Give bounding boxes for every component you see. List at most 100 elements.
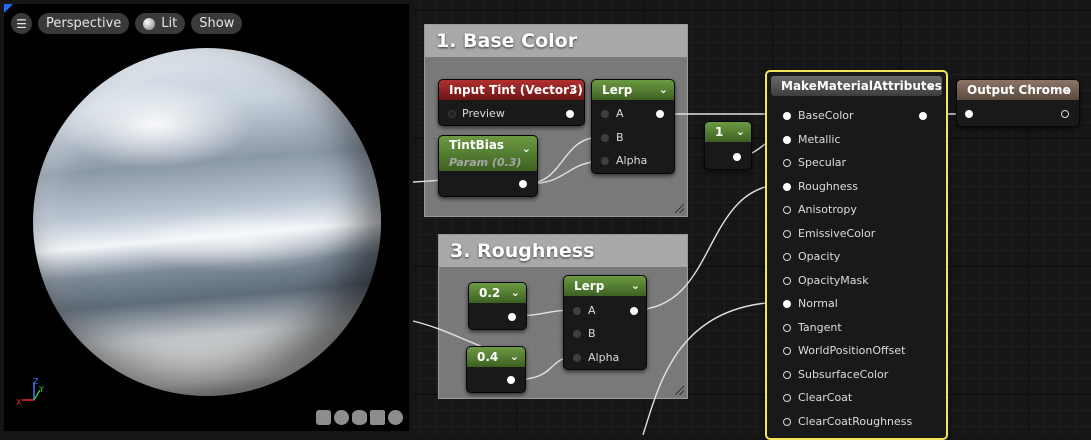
node-output-chrome[interactable]: Output Chrome ⌄	[956, 79, 1080, 127]
lit-label: Lit	[161, 16, 178, 31]
pin-label-basecolor: BaseColor	[798, 109, 854, 122]
comment-title: 3. Roughness	[439, 235, 687, 267]
lit-sphere-icon	[143, 17, 156, 30]
pin-label-preview: Preview	[462, 107, 505, 120]
chevron-down-icon[interactable]: ⌄	[736, 122, 745, 142]
teapot-icon[interactable]	[388, 410, 403, 425]
hamburger-icon: ☰	[16, 16, 27, 31]
chevron-down-icon[interactable]: ⌄	[511, 283, 520, 303]
perspective-button[interactable]: Perspective	[38, 13, 130, 34]
pin-label-b: B	[616, 131, 624, 144]
node-constant-0-2[interactable]: 0.2 ⌄	[468, 282, 527, 330]
pin-label-emissivecolor: EmissiveColor	[798, 226, 876, 240]
pin-b[interactable]	[573, 330, 581, 338]
pin-clearcoat[interactable]	[783, 394, 791, 402]
pin-opacity[interactable]	[783, 253, 791, 261]
sphere-icon[interactable]	[334, 410, 349, 425]
pin-label-anisotropy: Anisotropy	[798, 203, 857, 216]
pin-alpha[interactable]	[573, 354, 581, 362]
pin-output[interactable]	[566, 110, 574, 118]
pin-output[interactable]	[630, 307, 638, 315]
plane-icon[interactable]	[352, 410, 367, 425]
pin-label-opacity: Opacity	[798, 250, 841, 263]
preview-sphere[interactable]	[33, 48, 381, 396]
pin-basecolor[interactable]	[783, 112, 791, 120]
resize-grip-icon[interactable]	[675, 386, 684, 395]
pin-label-tangent: Tangent	[798, 320, 842, 334]
pin-a[interactable]	[601, 110, 609, 118]
pin-subsurfacecolor[interactable]	[783, 370, 791, 379]
chevron-down-icon[interactable]: ⌄	[1064, 80, 1073, 100]
axis-gizmo: Z Y X	[16, 377, 44, 407]
cylinder-icon[interactable]	[316, 410, 331, 425]
pin-clearcoatroughness[interactable]	[783, 417, 791, 426]
show-button[interactable]: Show	[191, 13, 243, 34]
pin-label-opacitymask: OpacityMask	[798, 273, 869, 287]
node-constant-1[interactable]: 1 ⌄	[704, 121, 752, 170]
viewport-toolbar: ☰ Perspective Lit Show	[11, 13, 243, 34]
pin-label-clearcoatroughness: ClearCoatRoughness	[798, 414, 913, 428]
pin-normal[interactable]	[783, 300, 791, 308]
node-header: Lerp ⌄	[592, 80, 674, 100]
node-header: MakeMaterialAttributes ⌄	[771, 76, 942, 96]
node-header: Output Chrome ⌄	[957, 80, 1079, 100]
viewport-menu-button[interactable]: ☰	[11, 13, 32, 34]
node-header: 0.2 ⌄	[469, 283, 526, 303]
node-header: 0.4 ⌄	[467, 347, 525, 367]
pin-anisotropy[interactable]	[783, 206, 791, 214]
chevron-down-icon[interactable]: ⌄	[522, 140, 531, 157]
node-lerp-base-color[interactable]: Lerp ⌄ A B Alpha	[591, 79, 675, 174]
axis-x-label: X	[16, 398, 22, 407]
node-make-material-attributes[interactable]: MakeMaterialAttributes ⌄ BaseColor Metalli…	[765, 70, 948, 440]
node-lerp-roughness[interactable]: Lerp ⌄ A B Alpha	[563, 275, 647, 370]
chevron-down-icon[interactable]: ⌄	[659, 80, 668, 100]
pin-b[interactable]	[601, 134, 609, 142]
pin-label-alpha: Alpha	[588, 351, 620, 364]
pin-preview-in[interactable]	[448, 110, 456, 118]
pin-label-specular: Specular	[798, 156, 847, 169]
node-input-tint[interactable]: Input Tint (Vector3) ⌄ Preview	[438, 79, 585, 126]
pin-output[interactable]	[508, 313, 516, 321]
pin-input[interactable]	[965, 110, 973, 118]
pin-alpha[interactable]	[601, 157, 609, 165]
pin-output[interactable]	[519, 180, 527, 188]
pin-output[interactable]	[656, 110, 664, 118]
pin-metallic[interactable]	[783, 135, 791, 144]
pin-label-a: A	[616, 107, 624, 120]
chevron-down-icon[interactable]: ⌄	[927, 76, 936, 96]
pin-label-b: B	[588, 327, 596, 340]
cube-icon[interactable]	[370, 410, 385, 425]
chevron-down-icon[interactable]: ⌄	[510, 347, 519, 367]
pin-worldpositionoffset[interactable]	[783, 347, 791, 355]
pin-label-metallic: Metallic	[798, 132, 841, 146]
node-tint-bias[interactable]: TintBias Param (0.3) ⌄	[438, 135, 538, 197]
pin-output[interactable]	[1061, 110, 1069, 118]
chevron-down-icon[interactable]: ⌄	[631, 276, 640, 296]
pin-label-worldpositionoffset: WorldPositionOffset	[798, 344, 906, 357]
pin-label-subsurfacecolor: SubsurfaceColor	[798, 367, 889, 381]
resize-grip-icon[interactable]	[675, 204, 684, 213]
material-preview-viewport[interactable]: ☰ Perspective Lit Show Z Y X	[4, 4, 409, 431]
chevron-down-icon[interactable]: ⌄	[569, 80, 578, 100]
pin-output[interactable]	[507, 376, 515, 384]
node-header: 1 ⌄	[705, 122, 751, 142]
pin-output[interactable]	[733, 153, 741, 161]
pin-tangent[interactable]	[783, 323, 791, 332]
pin-roughness[interactable]	[783, 182, 791, 191]
pin-label-clearcoat: ClearCoat	[798, 391, 853, 404]
pin-specular[interactable]	[783, 159, 791, 167]
lit-button[interactable]: Lit	[135, 13, 186, 34]
pin-output[interactable]	[919, 112, 927, 120]
node-constant-0-4[interactable]: 0.4 ⌄	[466, 346, 526, 393]
pin-emissivecolor[interactable]	[783, 229, 791, 238]
pin-opacitymask[interactable]	[783, 276, 791, 285]
node-header: TintBias Param (0.3) ⌄	[439, 136, 537, 171]
pin-label-a: A	[588, 304, 596, 317]
pin-label-roughness: Roughness	[798, 179, 859, 193]
preview-shape-icons	[316, 410, 403, 425]
pin-label-alpha: Alpha	[616, 154, 648, 167]
node-header: Input Tint (Vector3) ⌄	[439, 80, 584, 100]
axis-y-label: Y	[38, 385, 44, 394]
comment-title: 1. Base Color	[425, 25, 687, 57]
pin-a[interactable]	[573, 307, 581, 315]
